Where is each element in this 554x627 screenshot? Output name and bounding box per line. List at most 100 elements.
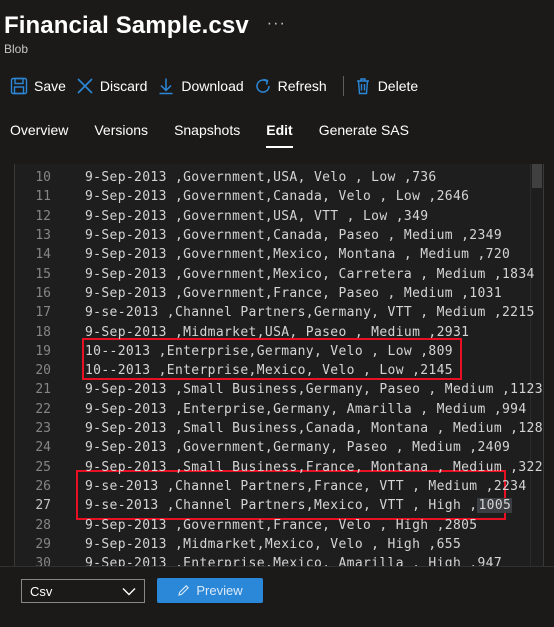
editor-line[interactable]: 18 9-Sep-2013 ,Midmarket,USA, Paseo , Med… (15, 322, 543, 341)
editor-line[interactable]: 30 9-Sep-2013 ,Enterprise,Mexico, Amarill… (15, 554, 543, 566)
line-text: 10--2013 ,Enterprise,Mexico, Velo , Low … (85, 363, 453, 379)
line-number: 22 (35, 401, 51, 417)
editor-footer: Csv Preview (0, 566, 554, 627)
editor-line[interactable]: 25 9-Sep-2013 ,Small Business,France, Mon… (15, 458, 543, 477)
toolbar: Save Discard Download Refresh Delete (8, 72, 426, 100)
line-text: 9-Sep-2013 ,Small Business,Canada, Monta… (85, 421, 544, 437)
refresh-icon (255, 78, 270, 93)
preview-button[interactable]: Preview (157, 578, 263, 603)
discard-button[interactable]: Discard (74, 72, 155, 100)
line-number: 27 (35, 498, 51, 514)
editor-line[interactable]: 20 10--2013 ,Enterprise,Mexico, Velo , Lo… (15, 361, 543, 380)
tab-versions[interactable]: Versions (94, 122, 148, 148)
download-label: Download (181, 78, 244, 94)
header: Financial Sample.csv ··· (4, 8, 286, 44)
line-number: 21 (35, 382, 51, 398)
page-subtitle: Blob (4, 42, 29, 56)
line-text: 9-se-2013 ,Channel Partners,Germany, VTT… (85, 305, 535, 321)
line-text: 9-Sep-2013 ,Enterprise,Mexico, Amarilla … (85, 556, 503, 566)
line-number: 16 (35, 285, 51, 301)
line-text: 9-Sep-2013 ,Enterprise,Germany, Amarilla… (85, 401, 527, 417)
editor-line[interactable]: 24 9-Sep-2013 ,Government,Germany, Paseo … (15, 438, 543, 457)
discard-label: Discard (99, 78, 148, 94)
editor-line[interactable]: 14 9-Sep-2013 ,Government,Mexico, Montana… (15, 245, 543, 264)
line-number: 11 (35, 189, 51, 205)
trash-icon (356, 78, 369, 95)
line-text: 9-Sep-2013 ,Government,Canada, Paseo , M… (85, 228, 503, 244)
editor-line[interactable]: 13 9-Sep-2013 ,Government,Canada, Paseo ,… (15, 226, 543, 245)
editor-line[interactable]: 21 9-Sep-2013 ,Small Business,Germany, Pa… (15, 380, 543, 399)
tab-snapshots[interactable]: Snapshots (174, 122, 240, 148)
line-number: 23 (35, 421, 51, 437)
save-label: Save (34, 78, 66, 94)
line-text: 9-Sep-2013 ,Government,France, Paseo , M… (85, 285, 503, 301)
editor-line[interactable]: 23 9-Sep-2013 ,Small Business,Canada, Mon… (15, 419, 543, 438)
download-button[interactable]: Download (155, 72, 251, 100)
tab-bar: Overview Versions Snapshots Edit Generat… (10, 122, 435, 148)
chevron-down-icon (122, 587, 136, 595)
refresh-label: Refresh (277, 78, 327, 94)
save-icon (10, 77, 28, 95)
editor-line[interactable]: 29 9-Sep-2013 ,Midmarket,Mexico, Velo , H… (15, 535, 543, 554)
tab-edit[interactable]: Edit (266, 122, 293, 148)
editor-line[interactable]: 17 9-se-2013 ,Channel Partners,Germany, V… (15, 303, 543, 322)
editor-line[interactable]: 27 9-se-2013 ,Channel Partners,Mexico, VT… (15, 496, 543, 515)
editor-line[interactable]: 11 9-Sep-2013 ,Government,Canada, Velo , … (15, 187, 543, 206)
line-text: 9-Sep-2013 ,Midmarket,USA, Paseo , Mediu… (85, 324, 470, 340)
editor-line[interactable]: 19 10--2013 ,Enterprise,Germany, Velo , L… (15, 342, 543, 361)
line-number: 14 (35, 247, 51, 263)
line-number: 12 (35, 208, 51, 224)
line-text: 9-Sep-2013 ,Small Business,Germany, Pase… (85, 382, 543, 398)
line-number: 29 (35, 536, 51, 552)
line-text: 9-Sep-2013 ,Government,USA, Velo , Low ,… (85, 170, 437, 186)
format-dropdown[interactable]: Csv (21, 579, 145, 603)
line-number: 13 (35, 228, 51, 244)
line-number: 19 (35, 343, 51, 359)
line-text: 9-Sep-2013 ,Government,France, Velo , Hi… (85, 517, 478, 533)
more-options-button[interactable]: ··· (267, 15, 286, 33)
line-text: 9-Sep-2013 ,Government,USA, VTT , Low ,3… (85, 208, 429, 224)
line-text: 9-Sep-2013 ,Small Business,France, Monta… (85, 459, 543, 475)
line-text: 9-Sep-2013 ,Government,Mexico, Carretera… (85, 266, 535, 282)
line-text: 9-Sep-2013 ,Government,Germany, Paseo , … (85, 440, 511, 456)
pencil-icon (178, 585, 190, 596)
preview-label: Preview (196, 583, 243, 598)
line-number: 20 (35, 363, 51, 379)
format-value: Csv (30, 583, 53, 599)
code-editor[interactable]: 10 9-Sep-2013 ,Government,USA, Velo , Low… (14, 164, 544, 566)
line-number: 24 (35, 440, 51, 456)
selected-text: 1005 (477, 498, 513, 514)
refresh-button[interactable]: Refresh (252, 72, 335, 100)
line-number: 28 (35, 517, 51, 533)
blob-editor-page: Financial Sample.csv ··· Blob Save Disca… (0, 0, 554, 627)
line-number: 10 (35, 170, 51, 186)
tab-generate-sas[interactable]: Generate SAS (319, 122, 409, 148)
discard-x-icon (77, 78, 93, 94)
line-number: 30 (35, 556, 51, 566)
toolbar-divider (342, 76, 344, 96)
line-text: 9-Sep-2013 ,Midmarket,Mexico, Velo , Hig… (85, 536, 462, 552)
line-text: 10--2013 ,Enterprise,Germany, Velo , Low… (85, 343, 453, 359)
editor-line[interactable]: 15 9-Sep-2013 ,Government,Mexico, Carrete… (15, 265, 543, 284)
editor-line[interactable]: 12 9-Sep-2013 ,Government,USA, VTT , Low … (15, 207, 543, 226)
delete-label: Delete (377, 78, 419, 94)
line-number: 15 (35, 266, 51, 282)
editor-line[interactable]: 10 9-Sep-2013 ,Government,USA, Velo , Low… (15, 168, 543, 187)
line-text: 9-se-2013 ,Channel Partners,Mexico, VTT … (85, 498, 513, 514)
line-text: 9-se-2013 ,Channel Partners,France, VTT … (85, 478, 527, 494)
download-arrow-icon (159, 78, 173, 95)
line-number: 18 (35, 324, 51, 340)
editor-line[interactable]: 28 9-Sep-2013 ,Government,France, Velo , … (15, 515, 543, 534)
tab-overview[interactable]: Overview (10, 122, 68, 148)
editor-line[interactable]: 16 9-Sep-2013 ,Government,France, Paseo ,… (15, 284, 543, 303)
line-text: 9-Sep-2013 ,Government,Mexico, Montana ,… (85, 247, 511, 263)
line-number: 25 (35, 459, 51, 475)
editor-line[interactable]: 26 9-se-2013 ,Channel Partners,France, VT… (15, 477, 543, 496)
line-number: 17 (35, 305, 51, 321)
editor-line[interactable]: 22 9-Sep-2013 ,Enterprise,Germany, Amaril… (15, 400, 543, 419)
line-text: 9-Sep-2013 ,Government,Canada, Velo , Lo… (85, 189, 470, 205)
save-button[interactable]: Save (8, 72, 74, 100)
line-number: 26 (35, 478, 51, 494)
page-title: Financial Sample.csv (4, 12, 249, 39)
delete-button[interactable]: Delete (352, 72, 426, 100)
